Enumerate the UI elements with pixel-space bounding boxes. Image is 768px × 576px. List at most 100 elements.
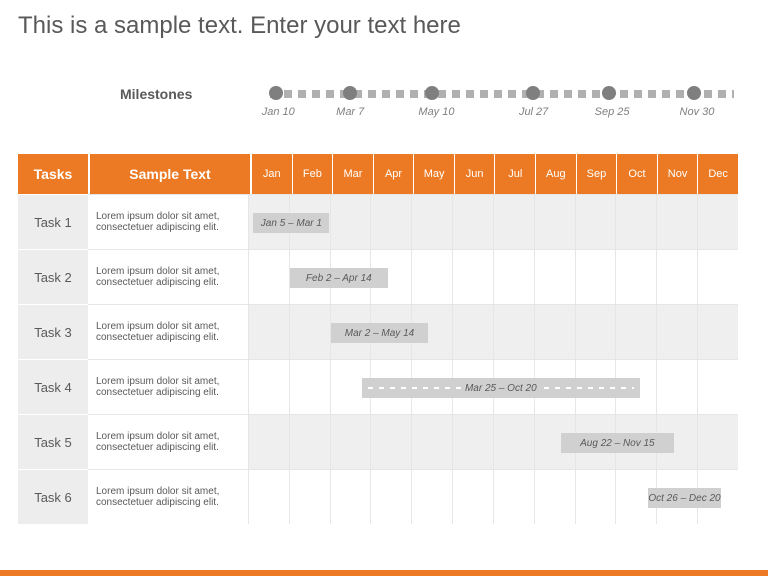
gantt-cell <box>452 470 493 524</box>
milestone-dot <box>269 86 283 100</box>
task-description: Lorem ipsum dolor sit amet, consectetuer… <box>88 304 248 359</box>
task-name: Task 2 <box>18 249 88 304</box>
gantt-cell <box>534 305 575 359</box>
task-description: Lorem ipsum dolor sit amet, consectetuer… <box>88 414 248 469</box>
gantt-cell <box>289 305 330 359</box>
sample-column-header: Sample Text <box>88 154 250 194</box>
month-header-cell: Dec <box>697 154 738 194</box>
gantt-cell <box>493 305 534 359</box>
month-header-cell: May <box>413 154 454 194</box>
gantt-cell <box>534 470 575 524</box>
month-header-cell: Feb <box>292 154 333 194</box>
milestone-date: Mar 7 <box>336 106 364 118</box>
gantt-bar-label: Mar 2 – May 14 <box>341 328 418 339</box>
milestone-date: Nov 30 <box>680 106 715 118</box>
task-description: Lorem ipsum dolor sit amet, consectetuer… <box>88 469 248 524</box>
task-description: Lorem ipsum dolor sit amet, consectetuer… <box>88 359 248 414</box>
task-description: Lorem ipsum dolor sit amet, consectetuer… <box>88 194 248 249</box>
milestone-dot <box>602 86 616 100</box>
gantt-cell <box>330 415 371 469</box>
milestone-timeline: Milestones Jan 10 Mar 7 May 10 Jul 27 Sep 25… <box>18 88 738 148</box>
gantt-cell <box>248 250 289 304</box>
milestone-label: Milestones <box>120 86 192 102</box>
milestone-date: Sep 25 <box>595 106 630 118</box>
gantt-cell <box>370 415 411 469</box>
gantt-bar: Mar 25 – Oct 20 <box>362 378 640 398</box>
page-title: This is a sample text. Enter your text h… <box>18 12 461 40</box>
gantt-chart: Tasks Sample Text JanFebMarAprMayJunJulA… <box>18 154 738 524</box>
gantt-bar-label: Jan 5 – Mar 1 <box>257 218 326 229</box>
task-name: Task 6 <box>18 469 88 524</box>
table-row: Task 4Lorem ipsum dolor sit amet, consec… <box>18 359 738 414</box>
gantt-cell <box>411 195 452 249</box>
month-header-cell: Jul <box>494 154 535 194</box>
gantt-cell <box>697 250 738 304</box>
gantt-bar: Jan 5 – Mar 1 <box>253 213 329 233</box>
gantt-area: Mar 2 – May 14 <box>248 304 738 359</box>
gantt-cell <box>248 415 289 469</box>
gantt-area: Jan 5 – Mar 1 <box>248 194 738 249</box>
gantt-cell <box>452 250 493 304</box>
gantt-bar-label: Aug 22 – Nov 15 <box>576 438 659 449</box>
month-header-cell: Jun <box>454 154 495 194</box>
gantt-cell <box>493 470 534 524</box>
table-row: Task 3Lorem ipsum dolor sit amet, consec… <box>18 304 738 359</box>
milestone-date: May 10 <box>418 106 454 118</box>
gantt-cell <box>697 415 738 469</box>
gantt-cell <box>330 470 371 524</box>
gantt-bar-label: Oct 26 – Dec 20 <box>648 493 721 504</box>
gantt-bar: Oct 26 – Dec 20 <box>648 488 721 508</box>
milestone-date: Jul 27 <box>519 106 548 118</box>
footer-accent <box>0 570 768 576</box>
gantt-cell <box>411 470 452 524</box>
gantt-cell <box>615 250 656 304</box>
month-header-cell: Apr <box>373 154 414 194</box>
gantt-cell <box>493 415 534 469</box>
month-header-cell: Nov <box>657 154 698 194</box>
gantt-cell <box>656 305 697 359</box>
task-name: Task 5 <box>18 414 88 469</box>
gantt-area: Mar 25 – Oct 20 <box>248 359 738 414</box>
gantt-cell <box>697 360 738 414</box>
gantt-cell <box>411 415 452 469</box>
table-row: Task 1Lorem ipsum dolor sit amet, consec… <box>18 194 738 249</box>
gantt-cell <box>452 305 493 359</box>
task-name: Task 4 <box>18 359 88 414</box>
gantt-cell <box>575 305 616 359</box>
gantt-cell <box>370 470 411 524</box>
gantt-cell <box>697 305 738 359</box>
gantt-area: Oct 26 – Dec 20 <box>248 469 738 524</box>
table-row: Task 6Lorem ipsum dolor sit amet, consec… <box>18 469 738 524</box>
task-name: Task 3 <box>18 304 88 359</box>
gantt-cell <box>534 195 575 249</box>
gantt-bar: Mar 2 – May 14 <box>331 323 429 343</box>
gantt-cell <box>656 250 697 304</box>
gantt-cell <box>452 195 493 249</box>
gantt-cell <box>289 470 330 524</box>
milestone-date: Jan 10 <box>262 106 295 118</box>
month-header-cell: Oct <box>616 154 657 194</box>
gantt-cell <box>411 250 452 304</box>
table-row: Task 2Lorem ipsum dolor sit amet, consec… <box>18 249 738 304</box>
gantt-cell <box>248 470 289 524</box>
gantt-bar-label: Feb 2 – Apr 14 <box>302 273 376 284</box>
gantt-cell <box>493 250 534 304</box>
gantt-cell <box>656 360 697 414</box>
milestone-dot <box>526 86 540 100</box>
gantt-cell <box>575 195 616 249</box>
tasks-column-header: Tasks <box>18 154 88 194</box>
gantt-area: Feb 2 – Apr 14 <box>248 249 738 304</box>
gantt-area: Aug 22 – Nov 15 <box>248 414 738 469</box>
task-description: Lorem ipsum dolor sit amet, consectetuer… <box>88 249 248 304</box>
gantt-cell <box>289 415 330 469</box>
gantt-cell <box>289 360 330 414</box>
gantt-bar: Feb 2 – Apr 14 <box>290 268 388 288</box>
gantt-cell <box>575 470 616 524</box>
gantt-cell <box>370 195 411 249</box>
header-row: Tasks Sample Text JanFebMarAprMayJunJulA… <box>18 154 738 194</box>
month-header-cell: Aug <box>535 154 576 194</box>
task-name: Task 1 <box>18 194 88 249</box>
month-header-cell: Mar <box>332 154 373 194</box>
month-header-cell: Sep <box>576 154 617 194</box>
gantt-bar: Aug 22 – Nov 15 <box>561 433 674 453</box>
